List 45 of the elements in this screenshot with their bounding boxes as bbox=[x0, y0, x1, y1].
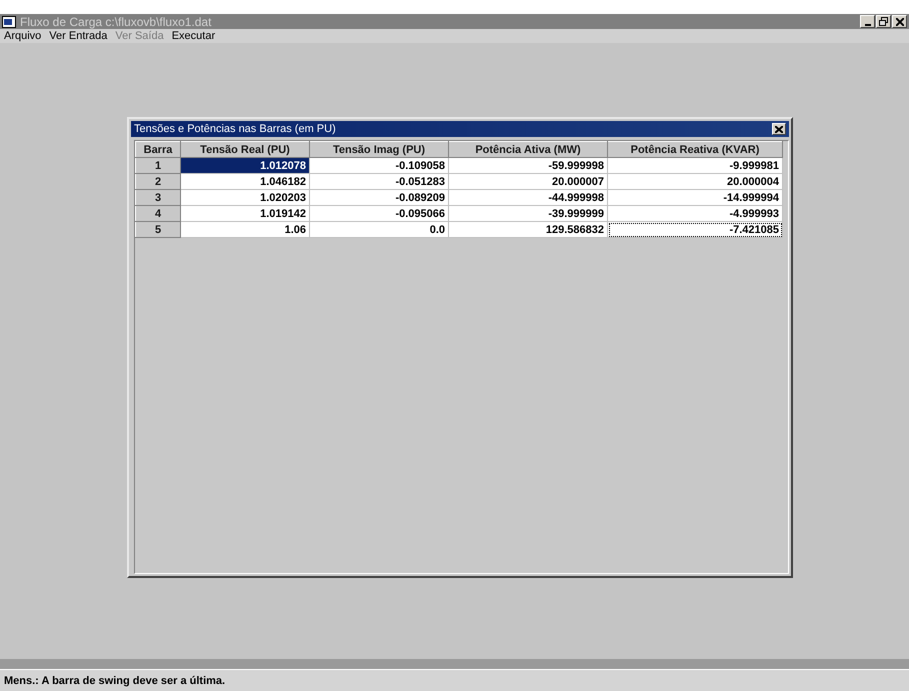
row-header[interactable]: 5 bbox=[136, 222, 180, 238]
restore-button[interactable] bbox=[876, 15, 891, 28]
row-header[interactable]: 2 bbox=[136, 174, 180, 190]
column-header[interactable]: Potência Reativa (KVAR) bbox=[608, 142, 782, 158]
table-cell[interactable]: 129.586832 bbox=[448, 222, 608, 238]
minimize-button[interactable] bbox=[860, 15, 875, 28]
table-cell[interactable]: 20.000007 bbox=[448, 174, 608, 190]
table-cell[interactable]: 1.020203 bbox=[180, 190, 310, 206]
close-button[interactable] bbox=[772, 123, 786, 135]
menu-item[interactable]: Ver Entrada bbox=[49, 30, 108, 42]
table-cell[interactable]: 1.046182 bbox=[180, 174, 310, 190]
row-header[interactable]: 1 bbox=[136, 158, 180, 174]
table-cell[interactable]: 1.06 bbox=[180, 222, 310, 238]
menu-item[interactable]: Arquivo bbox=[4, 30, 42, 42]
restore-icon bbox=[879, 17, 888, 26]
table-cell[interactable]: -14.999994 bbox=[608, 190, 782, 206]
menu-item[interactable]: Executar bbox=[172, 30, 216, 42]
table-cell[interactable]: -9.999981 bbox=[608, 158, 782, 174]
table-cell[interactable]: 1.019142 bbox=[180, 206, 310, 222]
table-cell[interactable]: -0.051283 bbox=[310, 174, 448, 190]
table-cell[interactable]: 1.012078 bbox=[180, 158, 310, 174]
table-cell[interactable]: 20.000004 bbox=[608, 174, 782, 190]
table-cell[interactable]: -4.999993 bbox=[608, 206, 782, 222]
dialog-title: Tensões e Potências nas Barras (em PU) bbox=[134, 123, 336, 135]
table-cell[interactable]: 0.0 bbox=[310, 222, 448, 238]
table-cell[interactable]: -0.089209 bbox=[310, 190, 448, 206]
minimize-icon bbox=[864, 24, 870, 26]
table-cell[interactable]: -59.999998 bbox=[448, 158, 608, 174]
table-cell[interactable]: -39.999999 bbox=[448, 206, 608, 222]
row-header[interactable]: 4 bbox=[136, 206, 180, 222]
table-cell[interactable]: -7.421085 bbox=[608, 222, 782, 238]
column-header[interactable]: Tensão Imag (PU) bbox=[310, 142, 448, 158]
column-header[interactable]: Barra bbox=[136, 142, 180, 158]
close-button[interactable] bbox=[892, 15, 907, 28]
close-icon bbox=[775, 126, 783, 132]
table-cell[interactable]: -0.109058 bbox=[310, 158, 448, 174]
column-header[interactable]: Tensão Real (PU) bbox=[180, 142, 310, 158]
table-cell[interactable]: -44.999998 bbox=[448, 190, 608, 206]
window-title: Fluxo de Carga c:\fluxovb\fluxo1.dat bbox=[20, 14, 212, 28]
table-cell[interactable]: -0.095066 bbox=[310, 206, 448, 222]
row-header[interactable]: 3 bbox=[136, 190, 180, 206]
window-icon bbox=[2, 16, 16, 28]
close-icon bbox=[896, 18, 904, 26]
column-header[interactable]: Potência Ativa (MW) bbox=[448, 142, 608, 158]
status-message: Mens.: A barra de swing deve ser a última. bbox=[4, 674, 226, 686]
